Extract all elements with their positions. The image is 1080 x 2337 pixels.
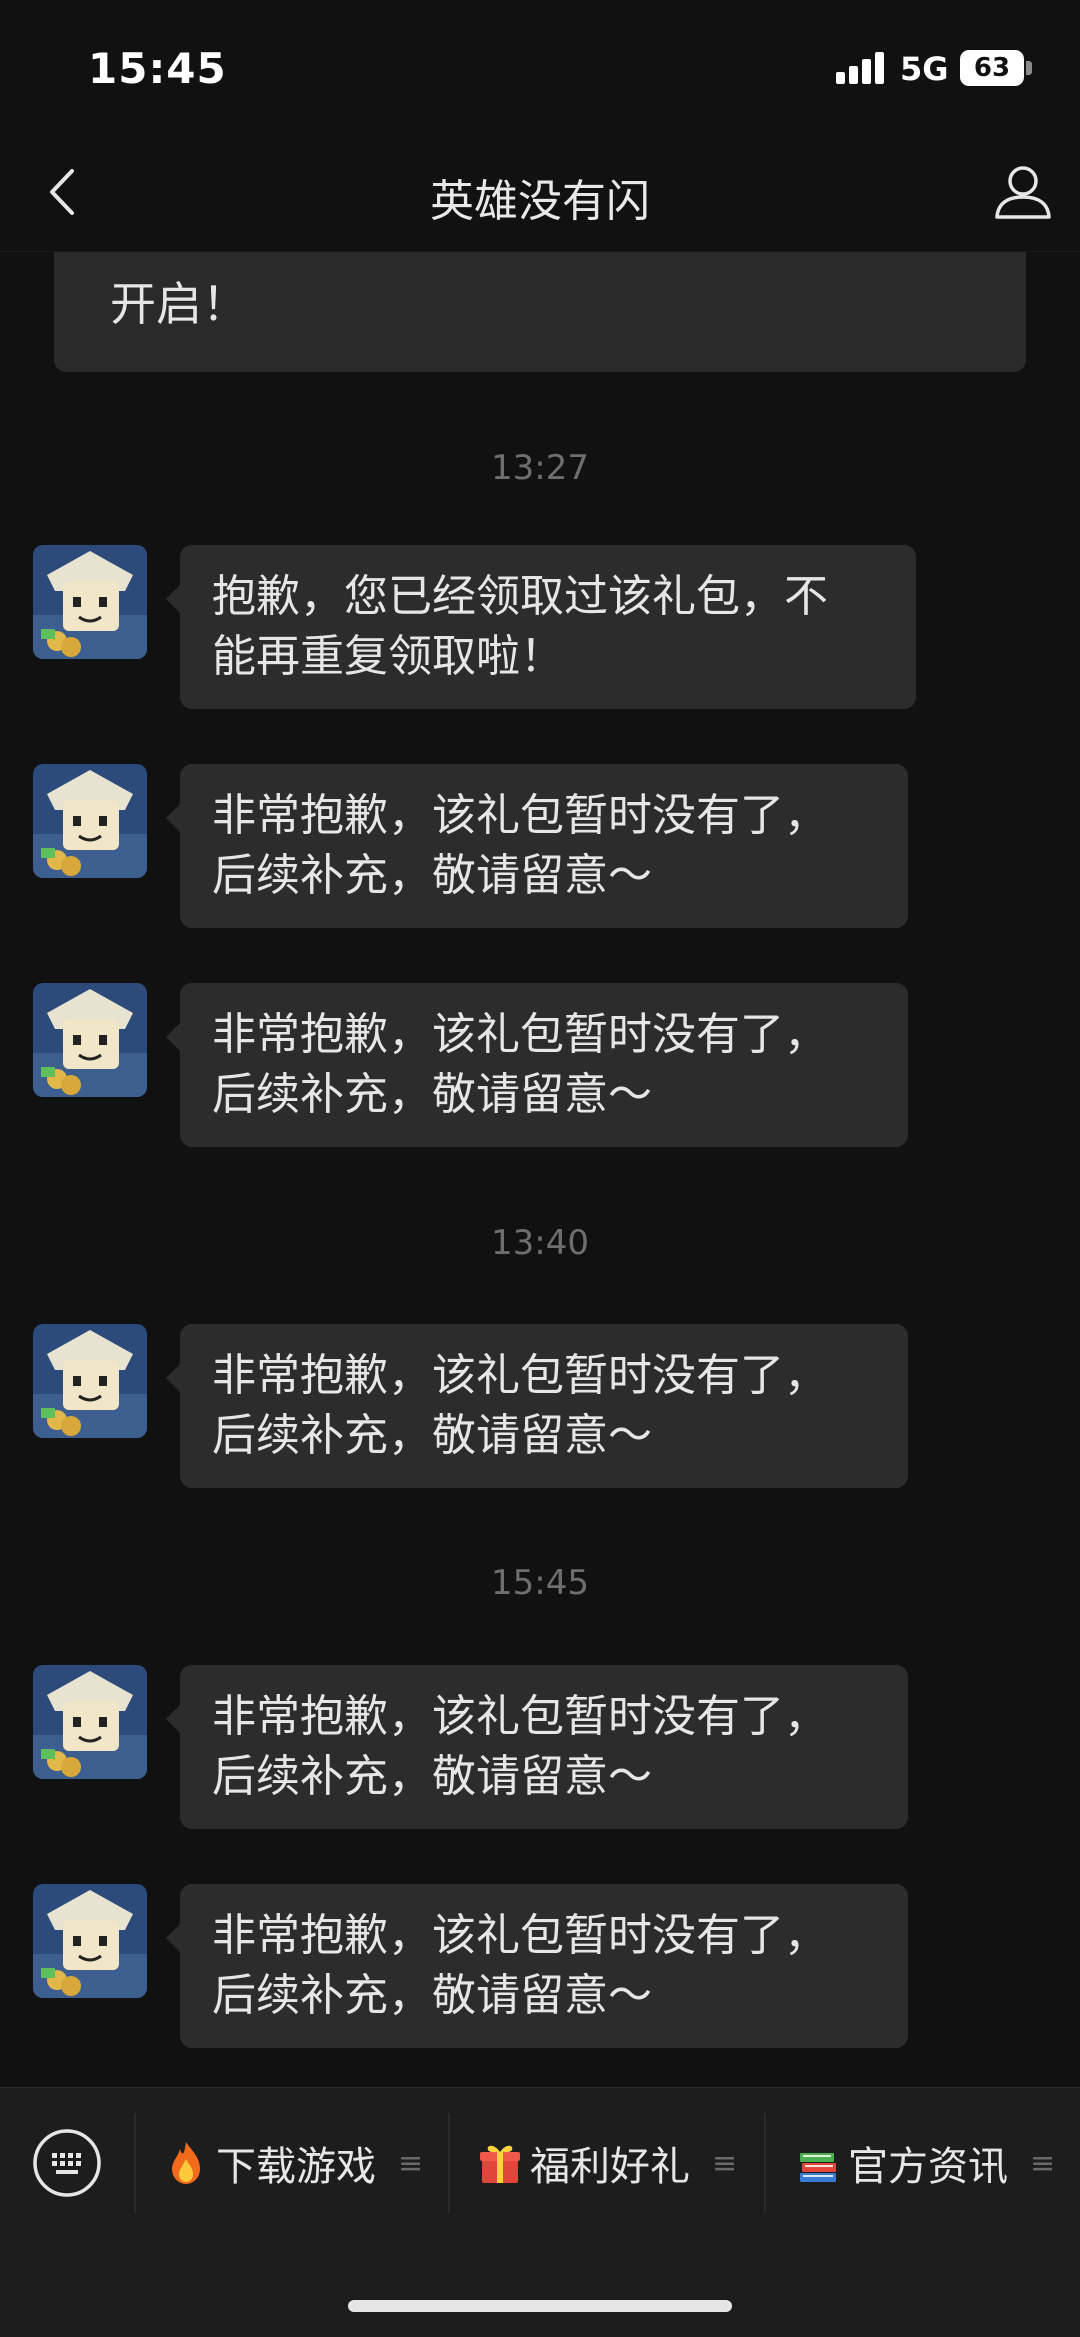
message-text: 非常抱歉，该礼包暂时没有了，	[212, 1910, 828, 1961]
message-bubble: 非常抱歉，该礼包暂时没有了， 后续补充，敬请留意～	[166, 1324, 908, 1488]
avatar[interactable]	[33, 764, 147, 878]
home-indicator[interactable]	[348, 2300, 732, 2312]
chat-area[interactable]: 开启！ 13:27 抱歉，您已经领取过该礼包，不 能再重复领取啦！ 非常抱歉，该…	[0, 252, 1080, 2087]
message-text: 能再重复领取啦！	[212, 631, 564, 682]
status-bar: 15:45 5G 63	[0, 0, 1080, 135]
menu-item-official-news[interactable]: 官方资讯 ≡	[794, 2128, 1055, 2198]
battery-level: 63	[973, 53, 1011, 83]
menu-divider	[134, 2113, 136, 2213]
battery-icon: 63	[960, 50, 1024, 86]
message-bubble: 开启！	[54, 252, 1026, 372]
avatar[interactable]	[33, 1324, 147, 1438]
books-icon	[800, 2153, 836, 2182]
status-time: 15:45	[88, 44, 227, 93]
gift-icon	[480, 2145, 520, 2183]
menu-divider	[764, 2113, 766, 2213]
message-text: 后续补充，敬请留意～	[212, 1069, 652, 1120]
message-text: 抱歉，您已经领取过该礼包，不	[212, 571, 828, 622]
avatar[interactable]	[33, 545, 147, 659]
menu-lines-icon: ≡	[1030, 2145, 1056, 2181]
keyboard-icon	[33, 2129, 101, 2197]
message-text: 非常抱歉，该礼包暂时没有了，	[212, 1350, 828, 1401]
message-text: 后续补充，敬请留意～	[212, 850, 652, 901]
timestamp: 13:27	[491, 448, 589, 488]
menu-lines-icon: ≡	[398, 2145, 424, 2181]
message-text: 后续补充，敬请留意～	[212, 1410, 652, 1461]
profile-button[interactable]	[988, 157, 1058, 227]
menu-item-label: 福利好礼	[530, 2144, 690, 2190]
chat-header: 英雄没有闪	[0, 135, 1080, 252]
menu-item-download-game[interactable]: 下载游戏 ≡	[162, 2128, 423, 2198]
menu-item-label: 下载游戏	[216, 2144, 376, 2190]
keyboard-toggle-button[interactable]	[30, 2126, 104, 2200]
message-bubble: 非常抱歉，该礼包暂时没有了， 后续补充，敬请留意～	[166, 1884, 908, 2048]
avatar[interactable]	[33, 983, 147, 1097]
menu-item-label: 官方资讯	[848, 2144, 1008, 2190]
fire-icon	[172, 2142, 200, 2184]
message-text: 后续补充，敬请留意～	[212, 1970, 652, 2021]
page-title: 英雄没有闪	[430, 176, 650, 227]
message-bubble: 非常抱歉，该礼包暂时没有了， 后续补充，敬请留意～	[166, 983, 908, 1147]
signal-icon	[836, 52, 886, 84]
message-text: 非常抱歉，该礼包暂时没有了，	[212, 790, 828, 841]
message-text: 非常抱歉，该礼包暂时没有了，	[212, 1691, 828, 1742]
battery-cap	[1026, 61, 1032, 75]
message-text: 后续补充，敬请留意～	[212, 1751, 652, 1802]
message-text: 开启！	[110, 277, 248, 331]
timestamp: 13:40	[491, 1223, 589, 1263]
menu-lines-icon: ≡	[712, 2145, 738, 2181]
menu-divider	[448, 2113, 450, 2213]
message-bubble: 非常抱歉，该礼包暂时没有了， 后续补充，敬请留意～	[166, 764, 908, 928]
message-bubble: 非常抱歉，该礼包暂时没有了， 后续补充，敬请留意～	[166, 1665, 908, 1829]
user-icon	[995, 166, 1051, 219]
menu-item-welfare-gifts[interactable]: 福利好礼 ≡	[476, 2128, 737, 2198]
network-type: 5G	[900, 50, 949, 88]
message-bubble: 抱歉，您已经领取过该礼包，不 能再重复领取啦！	[166, 545, 916, 709]
avatar[interactable]	[33, 1884, 147, 1998]
timestamp: 15:45	[491, 1563, 589, 1603]
message-text: 非常抱歉，该礼包暂时没有了，	[212, 1009, 828, 1060]
avatar[interactable]	[33, 1665, 147, 1779]
